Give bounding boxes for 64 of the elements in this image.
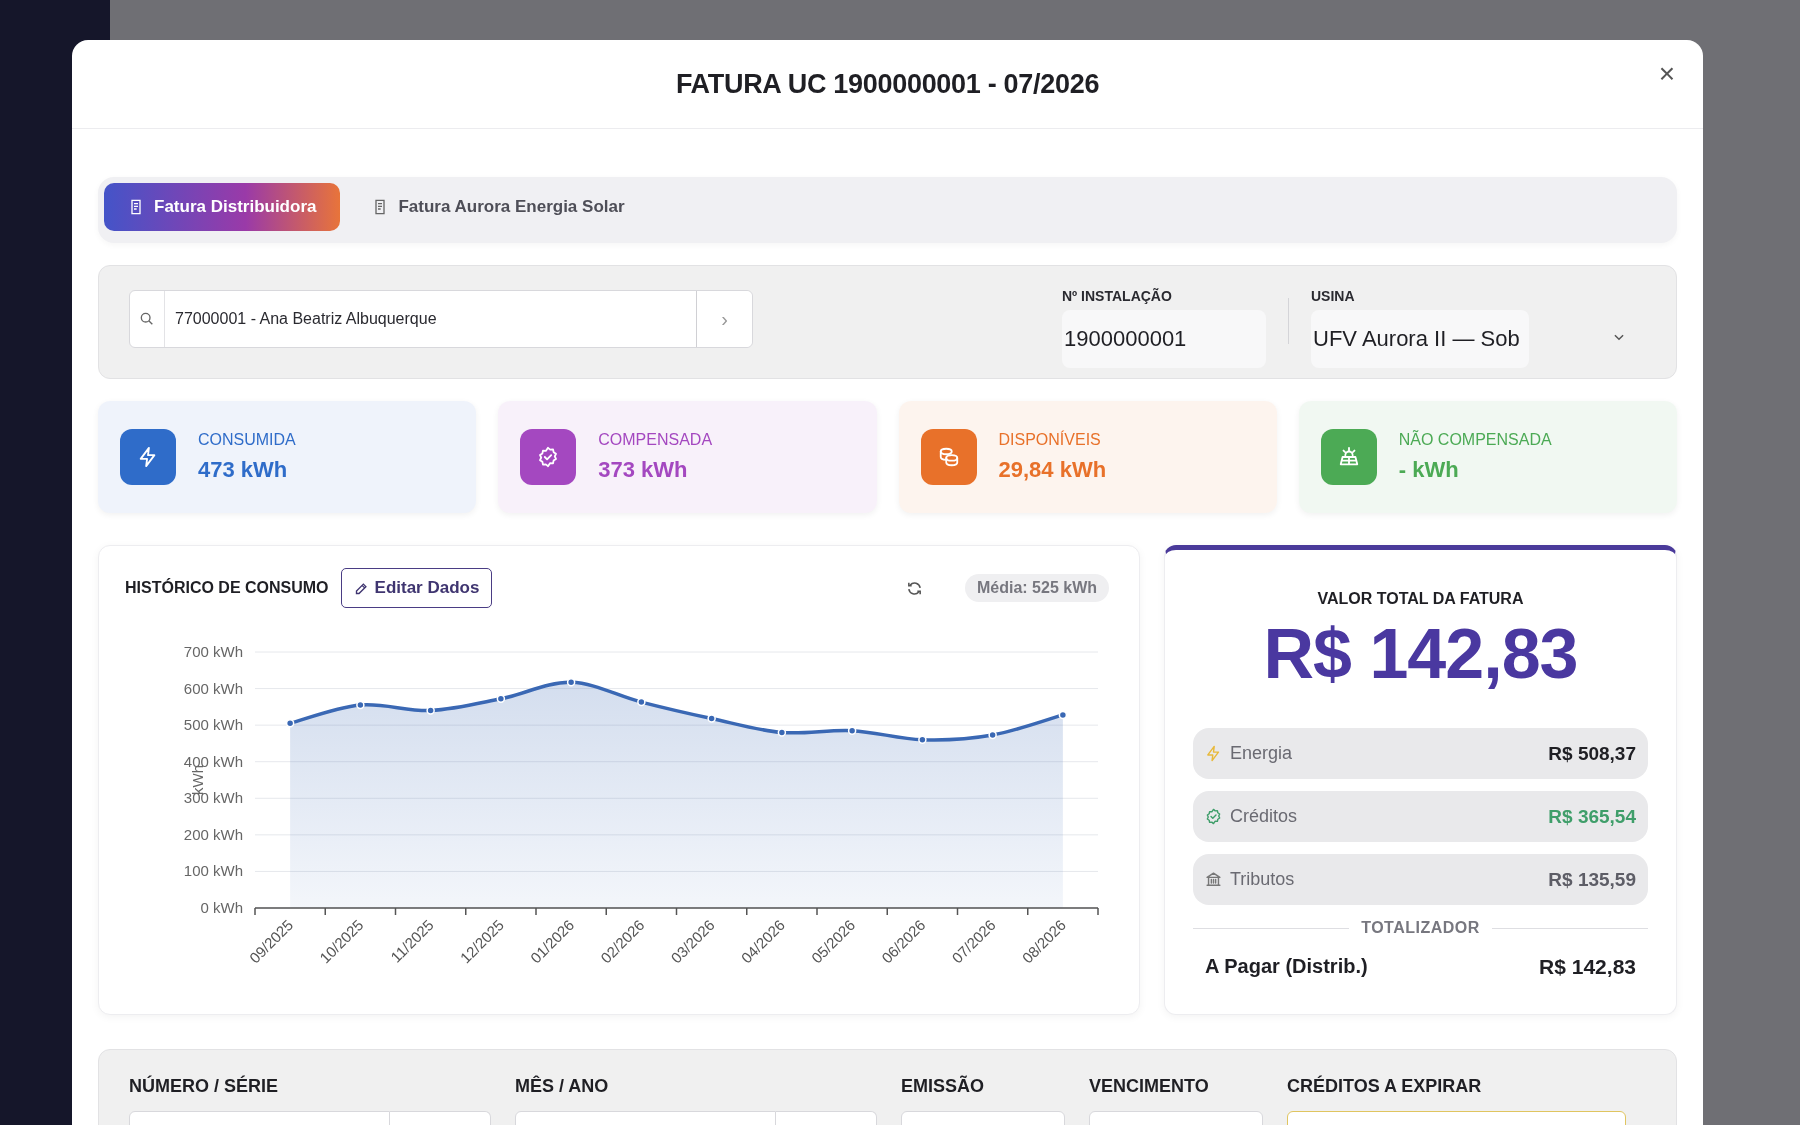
stat-label: COMPENSADA bbox=[598, 431, 713, 449]
summary-label: Energia bbox=[1230, 743, 1294, 764]
field-label: VENCIMENTO bbox=[1089, 1076, 1210, 1097]
average-badge: Média: 525 kWh bbox=[964, 574, 1109, 602]
total-amount: R$ 142,83 bbox=[1263, 614, 1578, 694]
check-badge-icon bbox=[1205, 808, 1222, 825]
axis-label: 700 kWh bbox=[183, 643, 243, 660]
document-icon bbox=[128, 199, 144, 215]
data-point bbox=[496, 694, 506, 704]
stat-label: DISPONÍVEIS bbox=[998, 431, 1102, 449]
solar-panel-icon bbox=[1337, 446, 1360, 468]
close-button[interactable]: × bbox=[1652, 58, 1681, 90]
field-label: CRÉDITOS A EXPIRAR bbox=[1287, 1076, 1483, 1097]
summary-value: R$ 135,59 bbox=[1548, 868, 1636, 891]
chart-title: HISTÓRICO DE CONSUMO bbox=[125, 579, 329, 597]
stat-value: 473 kWh bbox=[198, 457, 289, 483]
due-value: R$ 142,83 bbox=[1539, 955, 1636, 979]
modal-title: FATURA UC 1900000001 - 07/2026 bbox=[675, 68, 1100, 100]
field-label: MÊS / ANO bbox=[515, 1076, 610, 1097]
edit-button[interactable]: Editar Dados bbox=[340, 568, 493, 608]
axis-label: 0 kWh bbox=[200, 899, 243, 916]
axis-label: 500 kWh bbox=[183, 716, 243, 734]
summary-label: Créditos bbox=[1230, 806, 1299, 827]
bank-icon bbox=[1205, 871, 1222, 888]
axis-label: 100 kWh bbox=[183, 862, 243, 880]
axis-label: 600 kWh bbox=[183, 679, 243, 697]
stat-value: 373 kWh bbox=[598, 457, 689, 483]
check-badge-icon bbox=[537, 446, 560, 468]
tab[interactable]: Fatura Aurora Energia Solar bbox=[348, 183, 649, 231]
field-label: USINA bbox=[1311, 288, 1356, 304]
stat-label: NÃO COMPENSADA bbox=[1398, 431, 1552, 449]
data-point bbox=[566, 678, 576, 687]
data-point bbox=[707, 714, 716, 723]
stat-label: CONSUMIDA bbox=[198, 431, 296, 449]
refresh-icon[interactable] bbox=[905, 579, 923, 597]
search-field[interactable]: 77000001 - Ana Beatriz Albuquerque › bbox=[129, 290, 753, 348]
field-label: EMISSÃO bbox=[901, 1076, 985, 1097]
tab[interactable]: Fatura Distribuidora bbox=[104, 183, 341, 231]
field-label: NÚMERO / SÉRIE bbox=[129, 1076, 280, 1097]
section-label: TOTALIZADOR bbox=[1361, 919, 1480, 937]
data-point bbox=[1058, 710, 1068, 720]
total-title: VALOR TOTAL DA FATURA bbox=[1317, 590, 1524, 608]
field-label: Nº INSTALAÇÃO bbox=[1062, 288, 1173, 304]
plant-select[interactable]: UFV Aurora II — Sob bbox=[1311, 310, 1529, 368]
coins-icon bbox=[937, 446, 960, 468]
lightning-icon bbox=[1205, 745, 1222, 762]
stat-value: 29,84 kWh bbox=[998, 457, 1107, 483]
edit-icon bbox=[353, 580, 369, 596]
data-point bbox=[988, 730, 997, 740]
summary-value: R$ 365,54 bbox=[1548, 805, 1636, 828]
due-label: A Pagar (Distrib.) bbox=[1205, 955, 1368, 979]
stat-value: - kWh bbox=[1398, 457, 1460, 483]
axis-label: 200 kWh bbox=[183, 825, 243, 843]
search-icon bbox=[139, 311, 155, 327]
summary-value: R$ 508,37 bbox=[1548, 742, 1636, 765]
data-point bbox=[356, 700, 365, 710]
data-point bbox=[426, 706, 435, 715]
summary-label: Tributos bbox=[1230, 869, 1296, 890]
data-point bbox=[637, 697, 646, 707]
data-point bbox=[777, 728, 787, 737]
installation-field[interactable]: 1900000001 bbox=[1062, 310, 1266, 368]
data-point bbox=[918, 735, 927, 744]
data-point bbox=[285, 719, 295, 728]
data-point bbox=[847, 726, 857, 735]
